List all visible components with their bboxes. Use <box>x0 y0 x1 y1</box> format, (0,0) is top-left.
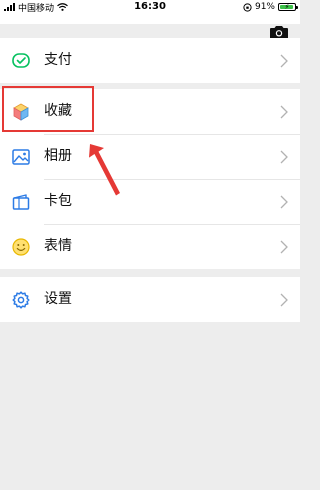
battery-icon: ⚡ <box>278 3 298 11</box>
settings-gear-icon <box>12 290 30 309</box>
menu-item-settings[interactable]: 设置 <box>0 277 300 322</box>
red-arrow-annotation <box>89 144 120 196</box>
menu-item-album[interactable]: 相册 <box>0 134 300 179</box>
chevron-right-icon <box>280 150 288 163</box>
orientation-lock-icon <box>243 2 252 12</box>
chevron-right-icon <box>280 240 288 253</box>
camera-icon[interactable] <box>270 25 288 39</box>
menu-group-settings: 设置 <box>0 277 300 322</box>
menu-item-label: 表情 <box>44 238 72 254</box>
chevron-right-icon <box>280 54 288 67</box>
album-icon <box>12 148 30 165</box>
menu-item-label: 支付 <box>44 52 72 68</box>
menu-item-pay[interactable]: 支付 <box>0 38 300 83</box>
menu-item-label: 相册 <box>44 148 72 164</box>
emoji-icon <box>12 237 30 256</box>
menu-item-label: 卡包 <box>44 193 72 209</box>
chevron-right-icon <box>280 293 288 306</box>
highlight-box <box>2 86 94 132</box>
chevron-right-icon <box>280 105 288 118</box>
wechat-pay-icon <box>12 52 30 68</box>
menu-item-label: 设置 <box>44 291 72 307</box>
menu-group-pay: 支付 <box>0 38 300 83</box>
chevron-right-icon <box>280 195 288 208</box>
battery-percent: 91% <box>254 2 275 12</box>
menu-item-emoji[interactable]: 表情 <box>0 224 300 269</box>
menu-item-card-wallet[interactable]: 卡包 <box>0 179 300 224</box>
status-bar: 中国移动 16:30 91% ⚡ <box>0 0 300 24</box>
status-right: 91% ⚡ <box>243 0 298 14</box>
card-wallet-icon <box>12 193 30 210</box>
charging-bolt-icon: ⚡ <box>284 3 290 11</box>
